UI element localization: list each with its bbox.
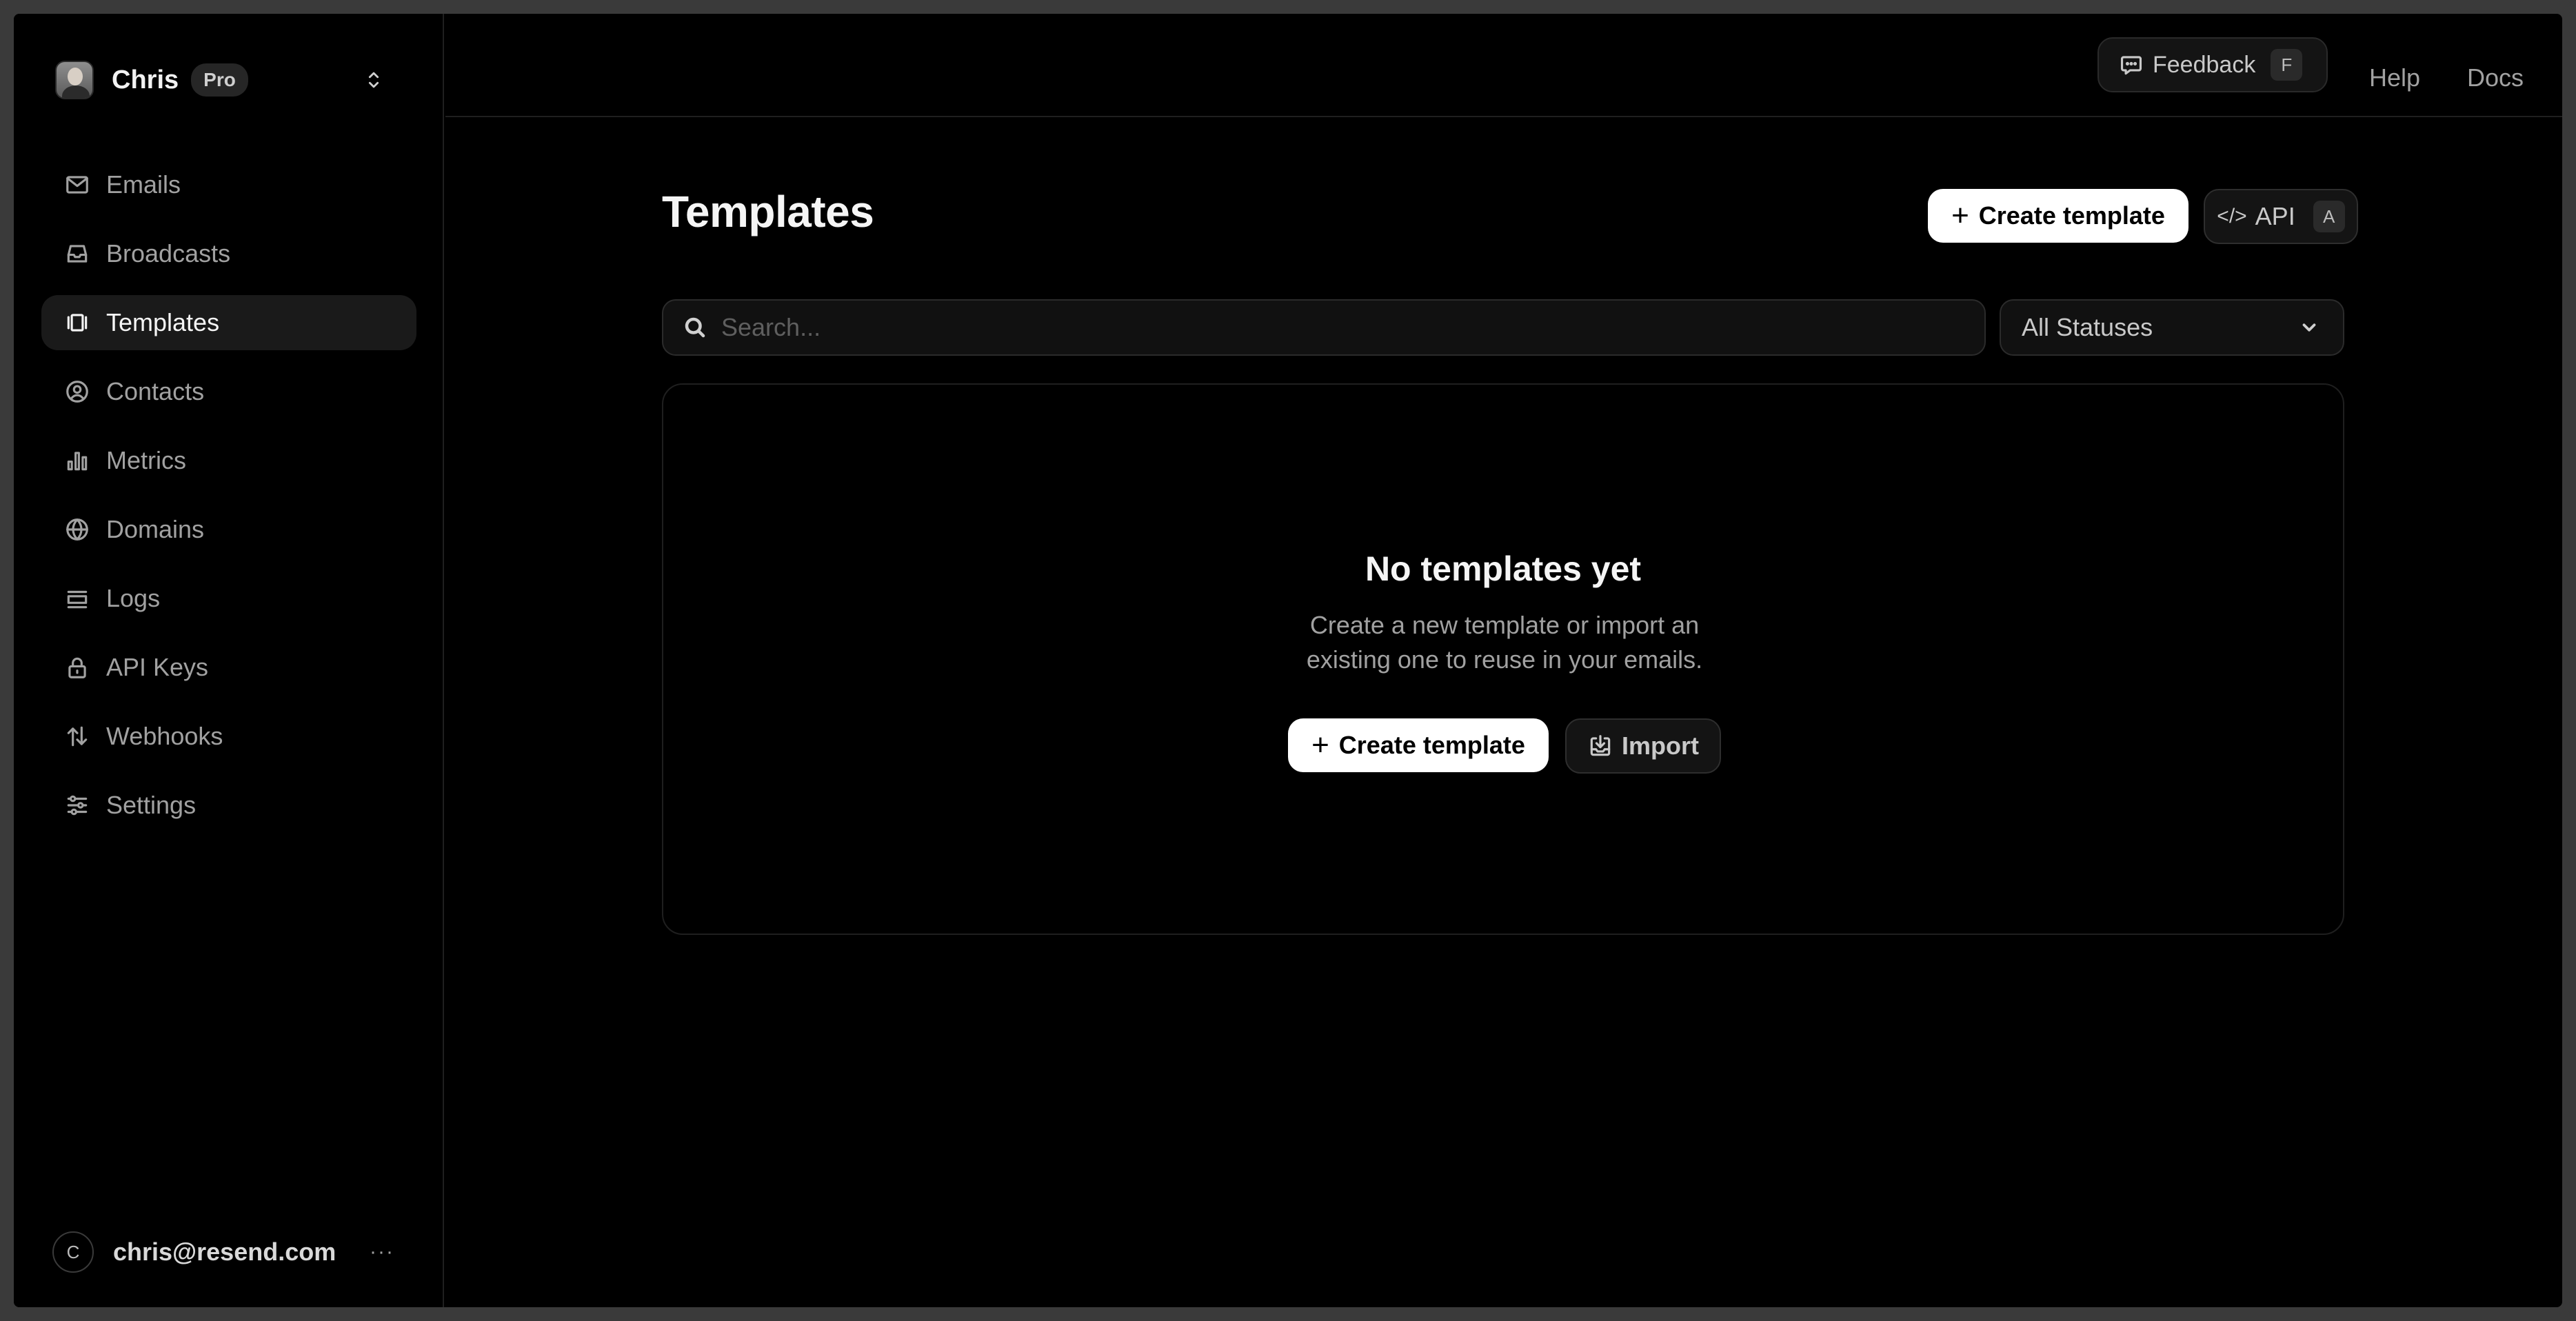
sidebar-item-label: API Keys [106,653,209,681]
avatar: C [52,1231,94,1273]
sidebar-item-label: Contacts [106,377,205,405]
templates-icon [63,309,91,336]
account-email: chris@resend.com [113,1238,336,1266]
sidebar-item-label: Broadcasts [106,239,231,268]
sidebar-item-api-keys[interactable]: API Keys [41,640,416,695]
feedback-label: Feedback [2153,51,2256,78]
sidebar: Chris Pro Emails Broadcasts Templates Co… [14,14,444,1307]
feedback-button[interactable]: Feedback F [2097,37,2328,92]
sidebar-item-label: Logs [106,584,161,612]
sidebar-nav: Emails Broadcasts Templates Contacts Met… [41,157,416,847]
logs-icon [63,585,91,612]
import-button[interactable]: Import [1565,718,1721,774]
sidebar-item-emails[interactable]: Emails [41,157,416,212]
message-icon [2120,56,2142,75]
create-template-label: Create template [1978,201,2165,230]
inbox-icon [63,240,91,268]
team-avatar [55,61,94,99]
sidebar-item-domains[interactable]: Domains [41,502,416,557]
sliders-icon [63,791,91,819]
app-window: Chris Pro Emails Broadcasts Templates Co… [14,14,2562,1307]
sidebar-item-label: Metrics [106,446,186,474]
empty-state-description: Create a new template or import an exist… [1306,611,1703,674]
account-menu[interactable]: C chris@resend.com ··· [52,1224,415,1280]
sidebar-item-broadcasts[interactable]: Broadcasts [41,226,416,281]
sidebar-item-label: Domains [106,515,205,543]
empty-state-title: No templates yet [1365,549,1642,588]
search-input[interactable] [721,313,1984,342]
create-template-button[interactable]: + Create template [1928,189,2188,243]
sidebar-item-label: Templates [106,308,220,336]
status-filter-select[interactable]: All Statuses [2000,299,2344,356]
code-icon: </> [2217,205,2247,228]
plus-icon: + [1311,728,1329,762]
plus-icon: + [1951,199,1969,232]
sidebar-item-logs[interactable]: Logs [41,571,416,626]
shortcut-key: F [2271,49,2303,81]
sidebar-item-metrics[interactable]: Metrics [41,433,416,488]
globe-icon [63,516,91,543]
lock-icon [63,654,91,681]
plan-badge: Pro [191,63,248,97]
sidebar-item-contacts[interactable]: Contacts [41,364,416,419]
contact-icon [63,378,91,405]
sidebar-item-webhooks[interactable]: Webhooks [41,709,416,764]
status-filter-value: All Statuses [2022,313,2153,341]
api-button[interactable]: </> API A [2204,189,2358,244]
bar-chart-icon [63,447,91,474]
api-label: API [2255,202,2295,230]
search-icon [685,317,705,338]
sidebar-item-label: Webhooks [106,722,223,750]
more-icon[interactable]: ··· [370,1240,394,1264]
chevron-up-down-icon[interactable] [360,66,388,94]
sidebar-item-label: Emails [106,170,181,199]
team-switcher[interactable]: Chris Pro [55,47,415,113]
sidebar-item-label: Settings [106,791,197,819]
import-icon [1590,735,1611,756]
team-name: Chris [112,65,179,94]
shortcut-key: A [2313,201,2345,232]
search-box[interactable] [662,299,1986,356]
page-title: Templates [662,187,874,236]
arrows-icon [63,723,91,750]
top-bar: Feedback F Help Docs [445,14,2562,117]
docs-link[interactable]: Docs [2467,63,2524,92]
chevron-down-icon [2302,323,2316,332]
sidebar-item-templates[interactable]: Templates [41,295,416,350]
empty-state: No templates yet Create a new template o… [662,383,2344,935]
create-template-label: Create template [1338,731,1525,759]
import-label: Import [1622,732,1699,760]
mail-icon [63,171,91,199]
empty-create-template-button[interactable]: + Create template [1288,718,1549,772]
help-link[interactable]: Help [2369,63,2420,92]
sidebar-item-settings[interactable]: Settings [41,778,416,833]
